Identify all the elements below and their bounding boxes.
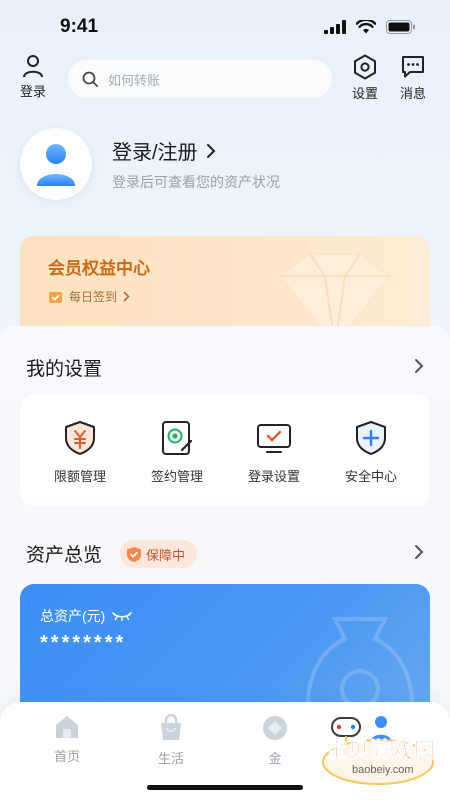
messages-button[interactable]: 消息 — [400, 54, 426, 102]
daily-checkin-link[interactable]: 每日签到 — [48, 288, 130, 305]
shield-check-icon — [127, 546, 141, 562]
login-subtitle: 登录后可查看您的资产状况 — [112, 174, 280, 190]
status-icons — [324, 20, 416, 34]
member-title: 会员权益中心 — [48, 259, 150, 278]
set-item-label: 安全中心 — [344, 469, 397, 484]
eye-closed-icon[interactable] — [111, 611, 133, 621]
search-icon — [82, 71, 98, 87]
messages-label: 消息 — [400, 86, 427, 101]
tab-home-label: 首页 — [53, 749, 80, 764]
chevron-right-icon — [206, 143, 215, 158]
battery-icon — [386, 20, 415, 34]
set-item-label: 登录设置 — [247, 469, 300, 484]
login-settings-button[interactable]: 登录设置 — [234, 420, 314, 485]
tab-home[interactable]: 首页 — [32, 714, 102, 765]
yuan-shield-icon — [65, 421, 95, 455]
contract-management-button[interactable]: 签约管理 — [137, 420, 217, 485]
coin-icon — [263, 716, 287, 740]
set-item-label: 限额管理 — [53, 469, 106, 484]
watermark-logo: 宝贝游戏网 baobeiy.com — [306, 712, 436, 786]
home-icon — [56, 716, 78, 738]
gear-icon — [354, 54, 376, 80]
tab-finance[interactable]: 金 — [240, 714, 310, 767]
cellular-signal-icon — [324, 20, 346, 34]
asset-overview-title: 资产总览 — [26, 545, 103, 566]
login-register-link[interactable]: 登录/注册 — [112, 136, 216, 165]
watermark-brand: 宝贝游戏网 — [326, 739, 436, 763]
limit-management-button[interactable]: 限额管理 — [40, 420, 120, 485]
my-settings-title: 我的设置 — [26, 359, 103, 380]
total-assets-label: 总资产(元) — [40, 608, 106, 624]
tab-finance-label: 金 — [268, 751, 282, 766]
shield-plus-icon — [356, 421, 386, 455]
avatar-person-icon — [37, 144, 75, 186]
contract-icon — [162, 421, 193, 455]
top-nav: 登录 如何转账 设置 消息 — [0, 52, 450, 106]
monitor-check-icon — [257, 424, 291, 453]
status-time: 9:41 — [60, 16, 99, 37]
settings-label: 设置 — [352, 86, 379, 101]
tab-life-label: 生活 — [157, 751, 184, 766]
chevron-right-icon — [123, 291, 130, 302]
login-label: 登录 — [20, 84, 47, 99]
settings-button[interactable]: 设置 — [352, 54, 378, 102]
login-register-label: 登录/注册 — [112, 142, 198, 164]
login-button[interactable]: 登录 — [20, 54, 46, 100]
total-assets-value: ******** — [40, 632, 127, 654]
user-icon — [23, 55, 43, 78]
settings-card: 限额管理 签约管理 登录设置 安全中心 — [20, 394, 430, 506]
chevron-right-icon[interactable] — [414, 544, 424, 560]
watermark-url: baobeiy.com — [352, 764, 414, 776]
protection-badge-label: 保障中 — [146, 547, 186, 563]
message-icon — [402, 56, 424, 78]
tab-life[interactable]: 生活 — [136, 714, 206, 767]
shopping-bag-icon — [161, 714, 181, 740]
profile-section[interactable]: 登录/注册 登录后可查看您的资产状况 — [20, 128, 430, 218]
search-input[interactable]: 如何转账 — [68, 60, 332, 98]
home-indicator — [147, 785, 303, 790]
search-placeholder: 如何转账 — [108, 72, 161, 88]
daily-checkin-label: 每日签到 — [69, 290, 118, 304]
chevron-right-icon[interactable] — [414, 358, 424, 374]
status-bar: 9:41 — [0, 0, 450, 54]
avatar[interactable] — [20, 128, 92, 200]
security-center-button[interactable]: 安全中心 — [331, 420, 411, 485]
wifi-icon — [356, 20, 376, 34]
calendar-check-icon — [49, 291, 62, 303]
set-item-label: 签约管理 — [150, 469, 203, 484]
total-assets-label-row: 总资产(元) — [40, 606, 133, 626]
protection-badge: 保障中 — [120, 540, 198, 568]
